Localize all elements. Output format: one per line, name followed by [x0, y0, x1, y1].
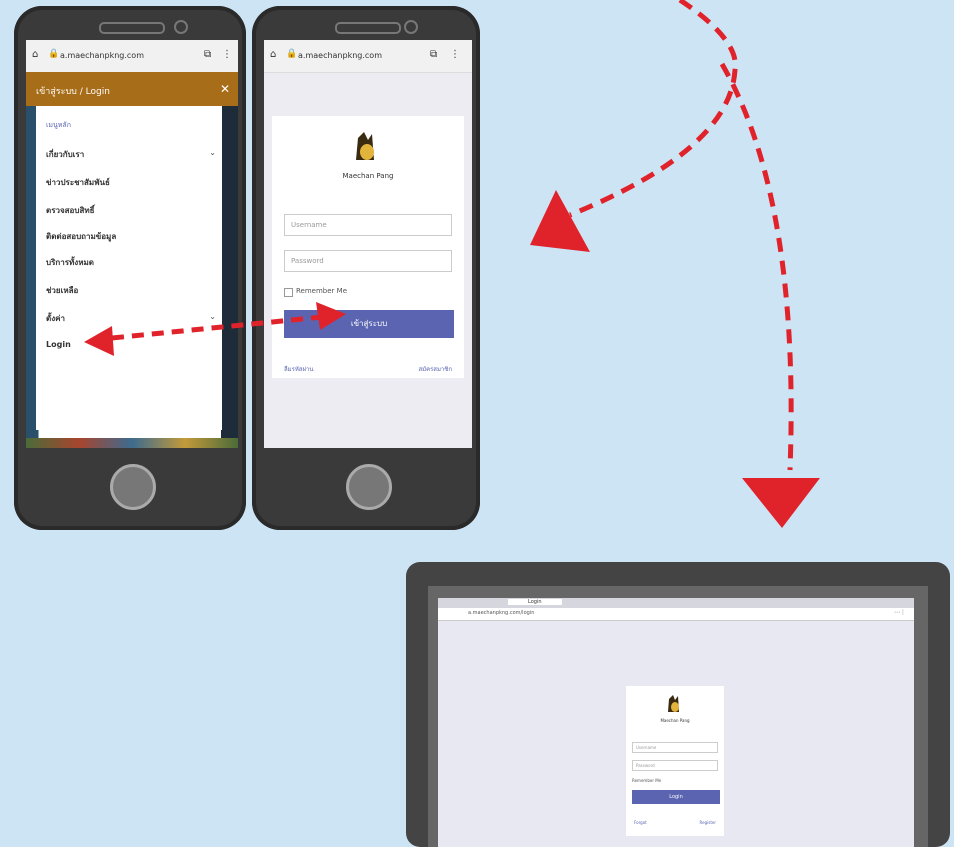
phone-camera — [174, 20, 188, 34]
menu-item[interactable]: ช่วยเหลือ — [46, 284, 78, 297]
chevron-down-icon[interactable]: ⌄ — [209, 148, 216, 157]
password-input[interactable]: Password — [632, 760, 718, 771]
login-button[interactable]: เข้าสู่ระบบ — [284, 310, 454, 338]
home-icon[interactable]: ⌂ — [270, 49, 276, 60]
menu-section-label: เมนูหลัก — [46, 121, 71, 129]
home-button[interactable] — [110, 464, 156, 510]
logo-icon — [666, 694, 682, 714]
phone-right: ⌂ 🔒 a.maechanpkng.com ⧉ ⋮ Maechan Pang U… — [252, 6, 480, 530]
register-link[interactable]: สมัครสมาชิก — [418, 364, 452, 374]
menu-item[interactable]: ติดต่อสอบถามข้อมูล — [46, 230, 116, 243]
nav-menu: เมนูหลัก เกี่ยวกับเรา ⌄ ข่าวประชาสัมพันธ… — [36, 106, 222, 430]
curved-arrow-to-middle — [569, 0, 738, 218]
username-input[interactable]: Username — [284, 214, 452, 236]
more-icon[interactable]: ⋮ — [222, 49, 232, 60]
app-name: Maechan Pang — [342, 172, 394, 180]
desktop-monitor: Login a.maechanpkng.com/login ⋯⋮ Maechan… — [406, 562, 950, 847]
browser-tab[interactable]: Login — [508, 599, 562, 605]
phone-left-screen: ⌂ 🔒 a.maechanpkng.com ⧉ ⋮ เข้าสู่ระบบ / … — [26, 40, 238, 448]
arrowhead-left-icon — [530, 190, 590, 252]
more-icon[interactable]: ⋮ — [450, 49, 460, 60]
menu-item[interactable]: ตั้งค่า — [46, 312, 65, 325]
tabs-icon[interactable]: ⧉ — [204, 49, 211, 60]
menu-header-title: เข้าสู่ระบบ / Login — [36, 87, 110, 97]
register-link[interactable]: Register — [700, 820, 716, 825]
url-text[interactable]: a.maechanpkng.com — [298, 51, 382, 60]
phone-speaker — [335, 22, 401, 34]
phone-left: ⌂ 🔒 a.maechanpkng.com ⧉ ⋮ เข้าสู่ระบบ / … — [14, 6, 246, 530]
close-icon[interactable]: ✕ — [220, 82, 230, 96]
forgot-password-link[interactable]: Forgot — [634, 820, 647, 825]
address-text[interactable]: a.maechanpkng.com/login — [468, 610, 534, 616]
phone-camera — [404, 20, 418, 34]
bottom-strip — [26, 438, 238, 448]
desktop-screen: Login a.maechanpkng.com/login ⋯⋮ Maechan… — [438, 598, 914, 847]
url-text[interactable]: a.maechanpkng.com — [60, 51, 144, 60]
browser-url-bar[interactable]: ⌂ 🔒 a.maechanpkng.com ⧉ ⋮ — [264, 40, 472, 73]
remember-label: Remember Me — [296, 287, 347, 295]
phone-right-screen: ⌂ 🔒 a.maechanpkng.com ⧉ ⋮ Maechan Pang U… — [264, 40, 472, 448]
forgot-password-link[interactable]: ลืมรหัสผ่าน — [284, 364, 313, 374]
browser-actions-icon[interactable]: ⋯⋮ — [894, 609, 906, 616]
login-button-label: Login — [669, 794, 683, 800]
remember-checkbox[interactable] — [284, 288, 293, 297]
login-button[interactable]: Login — [632, 790, 720, 804]
login-card: Maechan Pang Username Password Remember … — [272, 116, 464, 378]
tabs-icon[interactable]: ⧉ — [430, 49, 437, 60]
browser-tab-strip: Login — [438, 598, 914, 608]
desktop-login-card: Maechan Pang Username Password Remember … — [626, 686, 724, 836]
chevron-down-icon[interactable]: ⌄ — [209, 312, 216, 321]
menu-item[interactable]: ข่าวประชาสัมพันธ์ — [46, 176, 110, 189]
password-input[interactable]: Password — [284, 250, 452, 272]
username-placeholder: Username — [636, 745, 657, 750]
home-button[interactable] — [346, 464, 392, 510]
logo-icon — [352, 130, 378, 164]
remember-label[interactable]: Remember Me — [632, 778, 661, 783]
browser-url-bar[interactable]: ⌂ 🔒 a.maechanpkng.com ⧉ ⋮ — [26, 40, 238, 73]
app-name: Maechan Pang — [660, 718, 690, 723]
menu-header: เข้าสู่ระบบ / Login ✕ — [26, 72, 238, 106]
lock-icon: 🔒 — [48, 49, 60, 59]
password-placeholder: Password — [291, 257, 324, 265]
arrowhead-down-icon — [742, 478, 820, 528]
username-placeholder: Username — [291, 221, 327, 229]
curved-arrow-to-desktop — [719, 62, 794, 471]
password-placeholder: Password — [636, 763, 655, 768]
phone-speaker — [99, 22, 165, 34]
menu-item[interactable]: บริการทั้งหมด — [46, 256, 94, 269]
menu-item-login[interactable]: Login — [46, 340, 71, 349]
login-button-label: เข้าสู่ระบบ — [350, 319, 388, 328]
menu-item[interactable]: เกี่ยวกับเรา — [46, 148, 84, 161]
browser-address-bar[interactable]: a.maechanpkng.com/login ⋯⋮ — [438, 608, 914, 621]
menu-item[interactable]: ตรวจสอบสิทธิ์ — [46, 204, 94, 217]
username-input[interactable]: Username — [632, 742, 718, 753]
home-icon[interactable]: ⌂ — [32, 49, 38, 60]
lock-icon: 🔒 — [286, 49, 298, 59]
